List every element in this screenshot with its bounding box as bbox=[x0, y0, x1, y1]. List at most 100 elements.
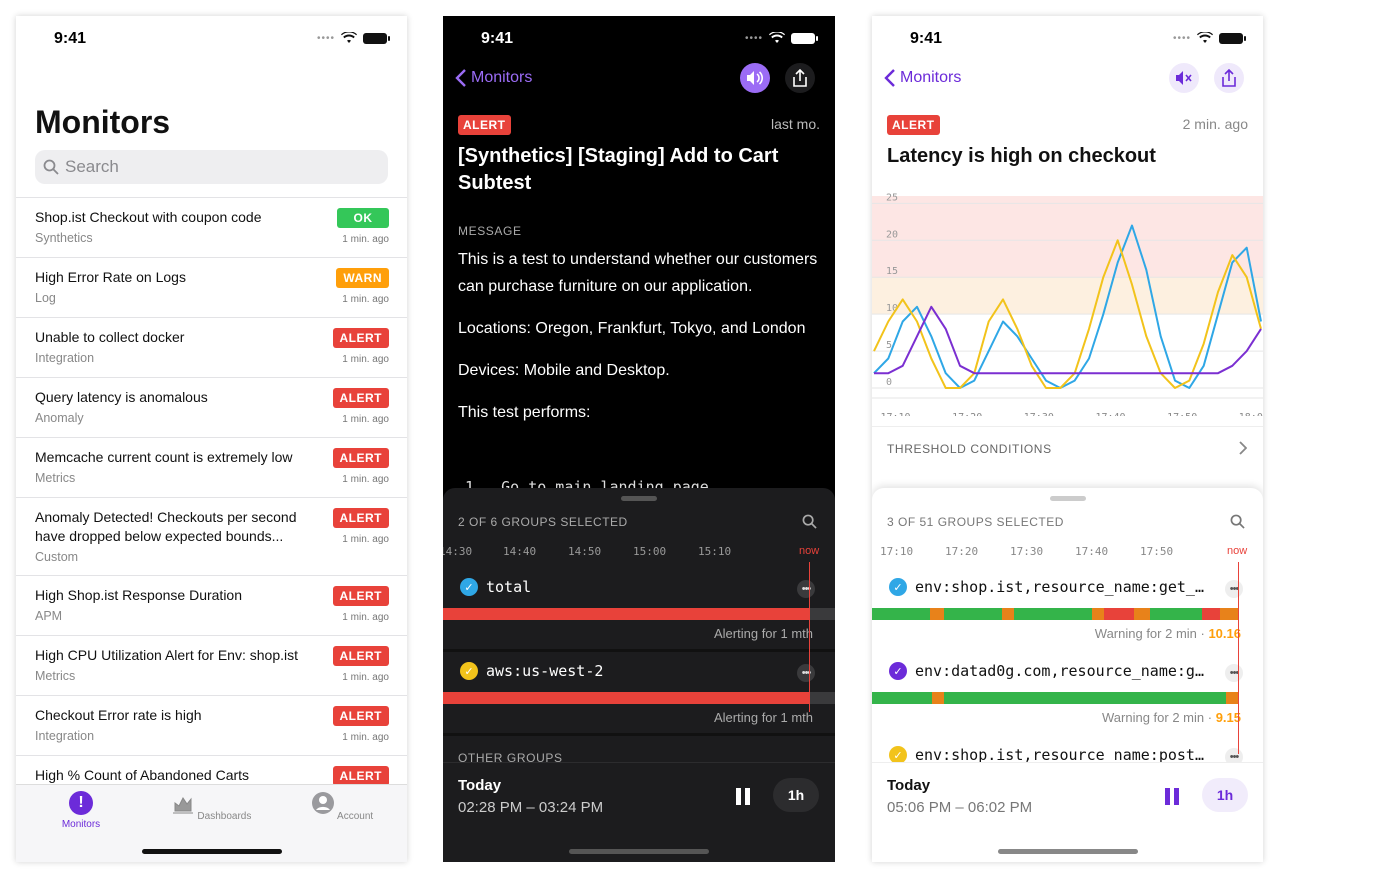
tab-monitors[interactable]: ! Monitors bbox=[36, 791, 126, 830]
tab-account[interactable]: Account bbox=[297, 791, 387, 822]
message-label: MESSAGE bbox=[458, 224, 522, 238]
wifi-icon bbox=[1197, 32, 1213, 43]
sheet-grabber[interactable] bbox=[1049, 496, 1086, 501]
monitor-name: Anomaly Detected! Checkouts per second h… bbox=[35, 509, 297, 544]
monitor-title: Latency is high on checkout bbox=[887, 145, 1156, 167]
range-times: 05:06 PM – 06:02 PM bbox=[887, 799, 1033, 816]
tab-account-label: Account bbox=[337, 811, 374, 822]
list-item[interactable]: High Error Rate on Logs Log WARN 1 min. ago bbox=[16, 257, 407, 317]
list-item[interactable]: Unable to collect docker Integration ALERT… bbox=[16, 317, 407, 377]
tab-dashboards[interactable]: Dashboards bbox=[166, 791, 256, 822]
status-badge: ALERT bbox=[887, 115, 940, 135]
time-range-footer: Today 05:06 PM – 06:02 PM 1h bbox=[872, 762, 1263, 862]
sound-on-button[interactable] bbox=[740, 63, 770, 93]
monitor-list-screen: 9:41 •••• Monitors Search Shop.ist Check… bbox=[16, 16, 407, 862]
wifi-icon bbox=[341, 32, 357, 43]
status-time: 9:41 bbox=[910, 30, 943, 47]
list-item[interactable]: Memcache current count is extremely low M… bbox=[16, 437, 407, 497]
list-item[interactable]: High CPU Utilization Alert for Env: shop… bbox=[16, 635, 407, 695]
group-status-text: Warning for 2 min · bbox=[1094, 626, 1209, 641]
message-paragraph: This is a test to understand whether our… bbox=[458, 251, 818, 295]
tab-monitors-label: Monitors bbox=[61, 819, 101, 830]
status-icons: •••• bbox=[745, 32, 818, 44]
share-icon bbox=[793, 69, 807, 87]
status-badge: ALERT bbox=[332, 328, 389, 348]
tick-label: 17:10 bbox=[880, 545, 914, 558]
status-timeline-bar bbox=[443, 692, 809, 704]
chevron-right-icon bbox=[1239, 441, 1247, 455]
checkmark-icon[interactable]: ✓ bbox=[889, 662, 907, 680]
pause-icon bbox=[1174, 788, 1179, 805]
latency-chart[interactable]: 051015202517:1017:2017:3017:4017:5018:00 bbox=[872, 188, 1263, 416]
status-icons: •••• bbox=[1173, 32, 1246, 44]
search-input[interactable]: Search bbox=[35, 150, 388, 184]
share-button[interactable] bbox=[1214, 63, 1244, 93]
pause-button[interactable] bbox=[1165, 788, 1179, 805]
battery-icon bbox=[791, 32, 818, 44]
time-range-button[interactable]: 1h bbox=[1202, 778, 1248, 812]
more-icon[interactable]: ••• bbox=[1225, 664, 1243, 682]
tick-label: 17:50 bbox=[1140, 545, 1174, 558]
group-row-aws-us-west-2[interactable]: ✓ aws:us-west-2 ••• Alerting for 1 mth bbox=[443, 652, 835, 736]
list-item[interactable]: Checkout Error rate is high Integration AL… bbox=[16, 695, 407, 755]
x-tick-label: 17:40 bbox=[1095, 412, 1125, 416]
threshold-label: THRESHOLD CONDITIONS bbox=[887, 442, 1052, 456]
x-tick-label: 17:30 bbox=[1024, 412, 1054, 416]
more-icon[interactable]: ••• bbox=[1225, 580, 1243, 598]
checkmark-icon[interactable]: ✓ bbox=[460, 662, 478, 680]
groups-sheet[interactable]: 3 OF 51 GROUPS SELECTED 17:10 17:20 17:3… bbox=[872, 488, 1263, 862]
updated-ago: 1 min. ago bbox=[342, 672, 389, 683]
page-title: Monitors bbox=[35, 104, 171, 140]
list-item[interactable]: Anomaly Detected! Checkouts per second h… bbox=[16, 497, 407, 575]
tick-label: 14:50 bbox=[568, 545, 602, 558]
updated-ago: 1 min. ago bbox=[342, 612, 389, 623]
x-tick-label: 17:20 bbox=[952, 412, 982, 416]
group-name: env:shop.ist,resource_name:get_… bbox=[915, 578, 1204, 596]
share-button[interactable] bbox=[785, 63, 815, 93]
group-row-shop-ist-get[interactable]: ✓ env:shop.ist,resource_name:get_… ••• Wa… bbox=[872, 568, 1263, 652]
checkmark-icon[interactable]: ✓ bbox=[460, 578, 478, 596]
mute-button[interactable] bbox=[1169, 63, 1199, 93]
back-button[interactable]: Monitors bbox=[884, 68, 961, 88]
status-badge: ALERT bbox=[332, 448, 389, 468]
group-row-total[interactable]: ✓ total ••• Alerting for 1 mth bbox=[443, 568, 835, 652]
speaker-muted-icon bbox=[1176, 71, 1192, 85]
monitor-title: [Synthetics] [Staging] Add to Cart Subte… bbox=[458, 145, 779, 194]
monitor-name: Query latency is anomalous bbox=[35, 389, 208, 405]
status-icons: •••• bbox=[317, 32, 390, 44]
groups-header: 2 OF 6 GROUPS SELECTED bbox=[458, 515, 628, 529]
tab-dashboards-label: Dashboards bbox=[197, 811, 252, 822]
tick-label: 17:30 bbox=[1010, 545, 1044, 558]
tick-label: 15:10 bbox=[698, 545, 732, 558]
back-button[interactable]: Monitors bbox=[455, 68, 532, 88]
monitor-name: High % Count of Abandoned Carts bbox=[35, 767, 250, 783]
status-badge: ALERT bbox=[458, 115, 511, 135]
time-range-button[interactable]: 1h bbox=[773, 778, 819, 812]
message-paragraph: Locations: Oregon, Frankfurt, Tokyo, and… bbox=[458, 320, 806, 337]
y-tick-label: 15 bbox=[886, 266, 898, 277]
search-icon[interactable] bbox=[1230, 514, 1245, 529]
tick-label: 17:20 bbox=[945, 545, 979, 558]
checkmark-icon[interactable]: ✓ bbox=[889, 578, 907, 596]
list-item[interactable]: Shop.ist Checkout with coupon code Synthe… bbox=[16, 197, 407, 257]
last-triggered: last mo. bbox=[770, 116, 820, 132]
group-row-datad0g[interactable]: ✓ env:datad0g.com,resource_name:g… ••• Wa… bbox=[872, 652, 1263, 736]
list-item[interactable]: Query latency is anomalous Anomaly ALERT 1 … bbox=[16, 377, 407, 437]
updated-ago: 1 min. ago bbox=[342, 732, 389, 743]
status-timeline-bar bbox=[872, 608, 1238, 620]
group-status-note: Alerting for 1 mth bbox=[714, 626, 813, 641]
group-name: aws:us-west-2 bbox=[486, 662, 604, 680]
updated-ago: 1 min. ago bbox=[342, 354, 389, 365]
pause-button[interactable] bbox=[736, 788, 750, 805]
monitor-name: Unable to collect docker bbox=[35, 329, 185, 345]
more-icon[interactable]: ••• bbox=[797, 664, 815, 682]
groups-sheet[interactable]: 2 OF 6 GROUPS SELECTED 14:30 14:40 14:50… bbox=[443, 488, 835, 862]
threshold-conditions-row[interactable]: THRESHOLD CONDITIONS bbox=[872, 426, 1263, 470]
group-status-value: 10.16 bbox=[1208, 626, 1241, 641]
more-icon[interactable]: ••• bbox=[797, 580, 815, 598]
list-item[interactable]: High Shop.ist Response Duration APM ALERT 1… bbox=[16, 575, 407, 635]
sheet-grabber[interactable] bbox=[621, 496, 657, 501]
monitor-type: Custom bbox=[35, 550, 79, 564]
tick-now: now bbox=[1227, 545, 1248, 557]
search-icon[interactable] bbox=[802, 514, 817, 529]
